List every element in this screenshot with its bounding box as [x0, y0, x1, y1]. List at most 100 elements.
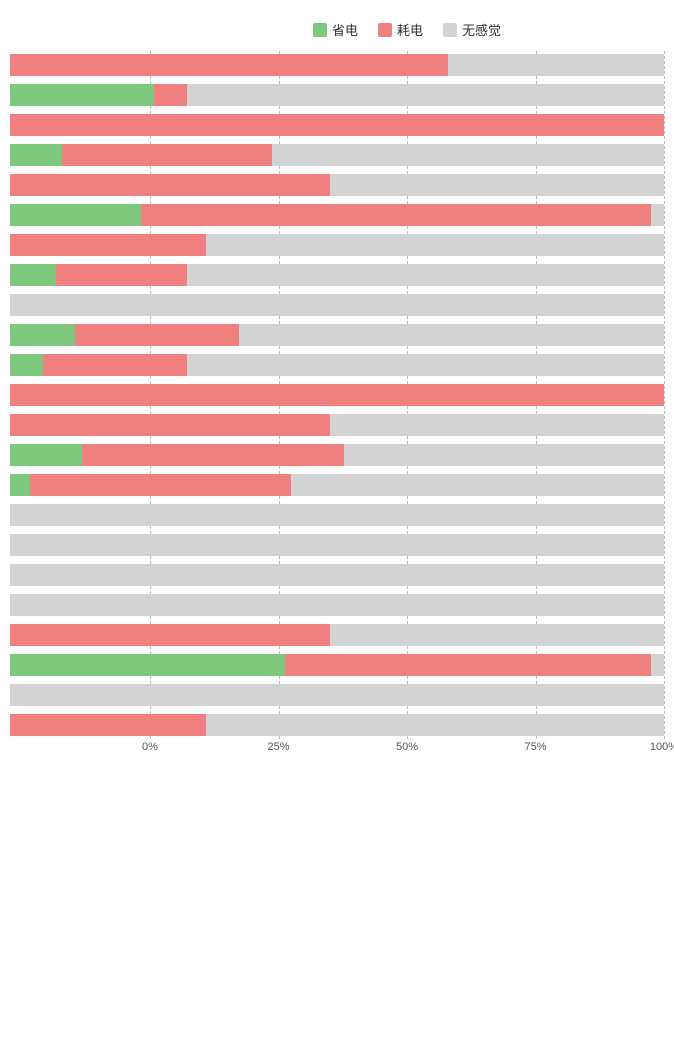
bar-label: iPhone 13 mini [0, 298, 10, 312]
bar-track [10, 294, 664, 316]
bar-label: iPhone X [0, 628, 10, 642]
table-row: iPhone 13 Pro Max [10, 351, 664, 379]
bar-segment-pink [75, 324, 239, 346]
table-row: iPhone 12 mini [10, 171, 664, 199]
x-tick-label: 100% [650, 741, 674, 753]
bar-track [10, 354, 664, 376]
bar-segment-gray [10, 534, 664, 556]
bar-track [10, 534, 664, 556]
bar-track [10, 444, 664, 466]
bar-segment-gray [330, 624, 664, 646]
legend-dot [443, 23, 457, 37]
bar-segment-gray [651, 204, 664, 226]
table-row: iPhone 13 mini [10, 291, 664, 319]
table-row: iPhone 11 [10, 51, 664, 79]
bar-track [10, 654, 664, 676]
bar-segment-green [10, 444, 82, 466]
table-row: iPhone XR [10, 651, 664, 679]
bar-track [10, 54, 664, 76]
bar-label: iPhone 11 [0, 58, 10, 72]
chart-container: 省电耗电无感觉 iPhone 11iPhone 11 ProiPhone 11 … [10, 10, 664, 775]
bar-segment-green [10, 144, 62, 166]
table-row: iPhone 12 Pro Max [10, 231, 664, 259]
bar-label: iPhone 8 [0, 508, 10, 522]
bar-track [10, 684, 664, 706]
bar-segment-green [10, 324, 75, 346]
bar-label: iPhone XS [0, 688, 10, 702]
x-axis: 0%25%50%75%100% [150, 741, 664, 765]
bar-segment-pink [43, 354, 187, 376]
bar-segment-pink [10, 114, 664, 136]
legend-dot [313, 23, 327, 37]
table-row: iPhone XS [10, 681, 664, 709]
x-tick-label: 0% [142, 741, 158, 753]
bar-track [10, 174, 664, 196]
bar-label: iPhone SE 第3代 [0, 598, 10, 612]
bar-track [10, 624, 664, 646]
bar-label: iPhone 14 Pro Max [0, 471, 10, 500]
table-row: iPhone 12 [10, 141, 664, 169]
table-row: iPhone XS Max [10, 711, 664, 739]
legend-label: 耗电 [397, 20, 423, 39]
bar-label: iPhone 14 Plus [0, 418, 10, 432]
x-tick-label: 25% [267, 741, 289, 753]
bar-segment-gray [10, 594, 664, 616]
bar-segment-pink [30, 474, 292, 496]
legend: 省电耗电无感觉 [150, 20, 664, 39]
bar-label: iPhone 12 Pro Max [0, 231, 10, 260]
table-row: iPhone 11 Pro [10, 81, 664, 109]
bar-segment-gray [187, 84, 664, 106]
bar-segment-pink [10, 384, 664, 406]
bar-label: iPhone 11 Pro [0, 88, 10, 102]
bar-segment-pink [154, 84, 187, 106]
bar-label: iPhone 13 Pro [0, 328, 10, 342]
x-tick-label: 75% [524, 741, 546, 753]
table-row: iPhone SE 第3代 [10, 591, 664, 619]
bar-segment-gray [206, 714, 664, 736]
bar-label: iPhone 8 Plus [0, 538, 10, 552]
legend-dot [378, 23, 392, 37]
bar-track [10, 324, 664, 346]
bar-track [10, 564, 664, 586]
bar-segment-gray [330, 414, 664, 436]
bar-track [10, 204, 664, 226]
bar-track [10, 84, 664, 106]
bar-segment-green [10, 84, 154, 106]
bar-rows: iPhone 11iPhone 11 ProiPhone 11 Pro Maxi… [10, 51, 664, 739]
table-row: iPhone 13 [10, 261, 664, 289]
table-row: iPhone 14 Pro [10, 441, 664, 469]
legend-label: 无感觉 [462, 20, 501, 39]
table-row: iPhone X [10, 621, 664, 649]
bar-segment-gray [272, 144, 664, 166]
bar-track [10, 504, 664, 526]
bar-label: iPhone 12 [0, 148, 10, 162]
bar-segment-green [10, 474, 30, 496]
bar-label: iPhone XR [0, 658, 10, 672]
bar-label: iPhone XS Max [0, 718, 10, 732]
bar-segment-pink [10, 414, 330, 436]
bar-track [10, 384, 664, 406]
bar-label: iPhone 13 [0, 268, 10, 282]
dashed-line [664, 51, 665, 739]
legend-item: 耗电 [378, 20, 423, 39]
bar-segment-pink [10, 174, 330, 196]
bar-segment-gray [344, 444, 664, 466]
bar-label: iPhone 13 Pro Max [0, 351, 10, 380]
bar-track [10, 474, 664, 496]
table-row: iPhone 12 Pro [10, 201, 664, 229]
bar-segment-pink [62, 144, 271, 166]
bar-segment-gray [239, 324, 664, 346]
bar-track [10, 594, 664, 616]
bar-segment-pink [285, 654, 651, 676]
bar-segment-gray [10, 504, 664, 526]
bar-segment-gray [10, 294, 664, 316]
table-row: iPhone 13 Pro [10, 321, 664, 349]
bar-segment-green [10, 204, 141, 226]
bar-segment-gray [187, 354, 664, 376]
x-tick-label: 50% [396, 741, 418, 753]
bar-segment-gray [206, 234, 664, 256]
bar-segment-gray [291, 474, 664, 496]
bar-segment-pink [10, 714, 206, 736]
table-row: iPhone 8 Plus [10, 531, 664, 559]
bar-track [10, 114, 664, 136]
